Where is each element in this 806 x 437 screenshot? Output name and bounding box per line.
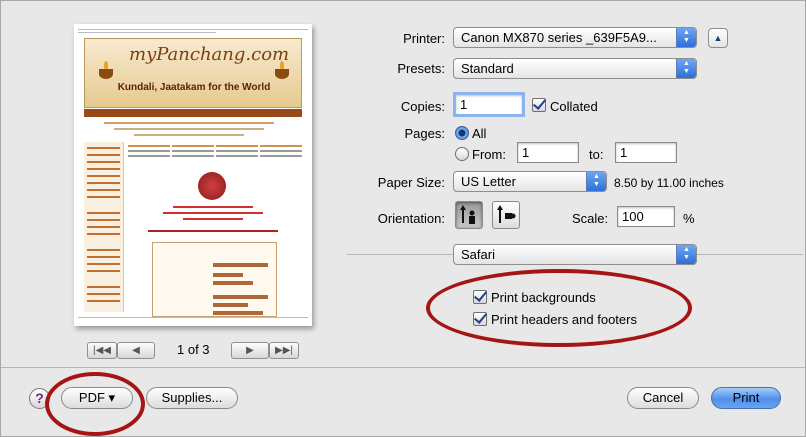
next-page-icon: ▶ [246,345,254,356]
first-page-button[interactable]: |◀◀ [87,342,117,359]
collated-label: Collated [550,99,598,114]
pages-all-label: All [472,126,487,141]
previous-page-icon: ◀ [132,345,140,356]
pages-label: Pages: [404,126,445,141]
printer-popup[interactable]: Canon MX870 series _639F5A9... ▲ ▼ [453,27,697,48]
preview-content [128,142,302,317]
lamp-icon [275,61,289,79]
scale-unit: % [683,211,695,226]
updown-arrows-icon: ▲ ▼ [586,172,606,191]
print-headers-footers-label: Print headers and footers [491,312,637,327]
preview-sidebar [84,142,124,312]
copies-label: Copies: [400,99,445,114]
details-disclosure-button[interactable]: ▲ [708,28,728,48]
landscape-icon [497,205,516,223]
updown-arrows-icon: ▲ ▼ [676,28,696,47]
scale-label: Scale: [572,211,609,226]
paper-size-value: US Letter [461,174,516,189]
print-dialog: myPanchang.com Kundali, Jaatakam for the… [0,0,806,437]
pages-from-radio[interactable] [455,147,469,161]
last-page-icon: ▶▶| [275,345,293,356]
divider [1,367,806,368]
portrait-orientation-button[interactable] [455,201,483,229]
scale-input[interactable]: 100 [617,206,675,227]
print-button[interactable]: Print [711,387,781,409]
collated-checkbox[interactable] [532,98,546,112]
copies-input[interactable]: 1 [453,92,525,117]
presets-popup[interactable]: Standard ▲ ▼ [453,58,697,79]
disclosure-up-icon: ▲ [713,33,723,43]
presets-label: Presets: [397,61,445,76]
paper-dimensions: 8.50 by 11.00 inches [614,176,724,190]
preview-logo: myPanchang.com [129,44,290,65]
portrait-icon [460,205,475,224]
first-page-icon: |◀◀ [93,345,111,356]
pages-to-input[interactable]: 1 [615,142,677,163]
pdf-button[interactable]: PDF ▾ [61,387,133,409]
supplies-button[interactable]: Supplies... [146,387,238,409]
preview-nav-bar [84,109,302,117]
preview-header-lines [78,27,308,33]
print-backgrounds-checkbox[interactable] [473,290,487,304]
previous-page-button[interactable]: ◀ [117,342,155,359]
page-preview: myPanchang.com Kundali, Jaatakam for the… [74,24,312,326]
preview-banner: myPanchang.com Kundali, Jaatakam for the… [84,38,302,108]
cancel-button[interactable]: Cancel [627,387,699,409]
orientation-label: Orientation: [377,211,445,226]
paper-size-popup[interactable]: US Letter ▲ ▼ [453,171,607,192]
lamp-icon [99,61,113,79]
help-button[interactable]: ? [29,388,50,409]
landscape-orientation-button[interactable] [492,201,520,229]
print-backgrounds-label: Print backgrounds [491,290,596,305]
annotation-oval [426,269,692,347]
section-popup[interactable]: Safari ▲ ▼ [453,244,697,265]
last-page-button[interactable]: ▶▶| [269,342,299,359]
pages-from-input[interactable]: 1 [517,142,579,163]
print-headers-footers-checkbox[interactable] [473,312,487,326]
paper-size-label: Paper Size: [377,175,445,190]
page-indicator: 1 of 3 [177,342,210,357]
presets-value: Standard [461,61,514,76]
next-page-button[interactable]: ▶ [231,342,269,359]
printer-label: Printer: [403,31,445,46]
preview-tagline: Kundali, Jaatakam for the World [117,82,271,93]
updown-arrows-icon: ▲ ▼ [676,59,696,78]
ganesha-image [198,172,226,200]
pages-to-label: to: [589,147,604,162]
preview-form [152,242,277,317]
section-value: Safari [461,247,495,262]
pages-all-radio[interactable] [455,126,469,140]
updown-arrows-icon: ▲ ▼ [676,245,696,264]
pages-from-label: From: [472,147,506,162]
printer-value: Canon MX870 series _639F5A9... [461,30,657,45]
